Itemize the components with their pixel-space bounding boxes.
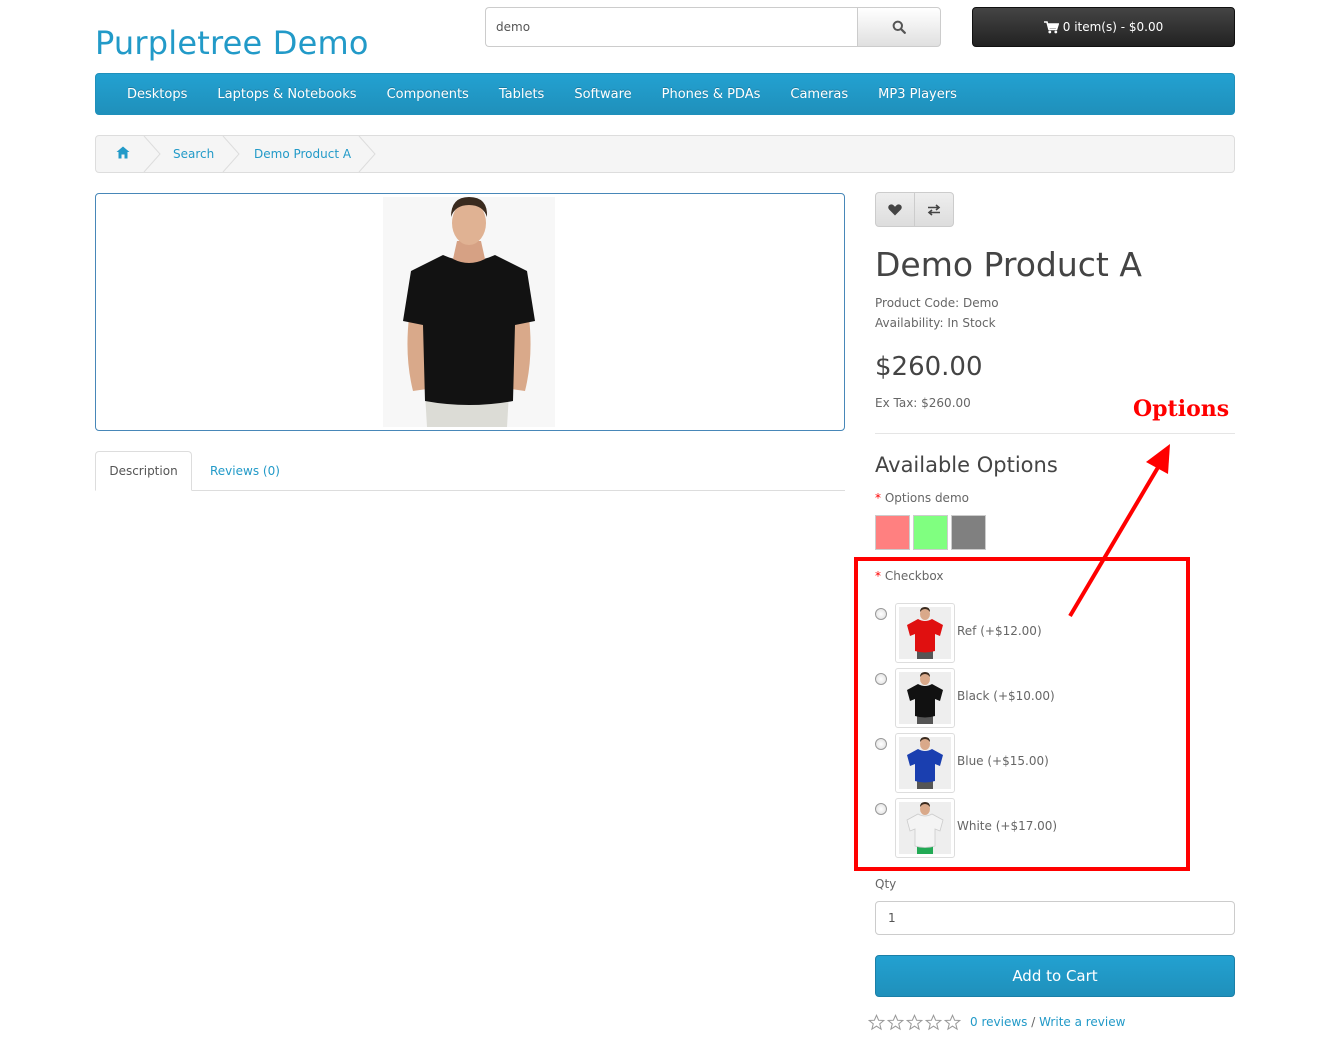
reviews-count-link[interactable]: 0 reviews bbox=[970, 1015, 1027, 1029]
compare-button[interactable] bbox=[914, 192, 954, 227]
breadcrumb-home[interactable] bbox=[116, 136, 130, 172]
menu-item-mp3-players[interactable]: MP3 Players bbox=[863, 87, 972, 102]
breadcrumb-search[interactable]: Search bbox=[173, 136, 214, 172]
breadcrumb-separator bbox=[222, 136, 240, 172]
menu-item-tablets[interactable]: Tablets bbox=[484, 87, 560, 102]
review-links-separator: / bbox=[1031, 1015, 1036, 1029]
review-links: 0 reviews / Write a review bbox=[970, 1015, 1125, 1029]
breadcrumb-product[interactable]: Demo Product A bbox=[254, 136, 351, 172]
add-to-cart-button[interactable]: Add to Cart bbox=[875, 955, 1235, 997]
site-logo[interactable]: Purpletree Demo bbox=[95, 24, 369, 62]
star-empty-icon bbox=[925, 1014, 942, 1031]
star-empty-icon bbox=[906, 1014, 923, 1031]
breadcrumb: Search Demo Product A bbox=[95, 135, 1235, 173]
options-demo-label: * Options demo bbox=[875, 491, 969, 505]
color-swatch-red[interactable] bbox=[875, 515, 910, 550]
annotation-callout-label: Options bbox=[1133, 396, 1230, 422]
heart-icon bbox=[888, 203, 902, 215]
cart-button[interactable]: 0 item(s) - $0.00 bbox=[972, 7, 1235, 47]
available-options-heading: Available Options bbox=[875, 453, 1058, 477]
add-to-wishlist-button[interactable] bbox=[875, 192, 915, 227]
star-empty-icon bbox=[868, 1014, 885, 1031]
breadcrumb-separator bbox=[143, 136, 161, 172]
breadcrumb-separator bbox=[358, 136, 376, 172]
product-price: $260.00 bbox=[875, 352, 983, 382]
write-review-link[interactable]: Write a review bbox=[1039, 1015, 1125, 1029]
required-marker: * bbox=[875, 491, 881, 505]
annotation-arrow bbox=[1068, 444, 1170, 618]
search-input[interactable]: demo bbox=[485, 7, 857, 47]
menu-item-components[interactable]: Components bbox=[372, 87, 484, 102]
color-swatch-green[interactable] bbox=[913, 515, 948, 550]
main-menu: Desktops Laptops & Notebooks Components … bbox=[95, 73, 1235, 115]
product-main-image[interactable] bbox=[95, 193, 845, 431]
menu-item-software[interactable]: Software bbox=[559, 87, 646, 102]
shopping-cart-icon bbox=[1043, 20, 1059, 33]
product-availability: Availability: In Stock bbox=[875, 316, 996, 330]
options-demo-label-text: Options demo bbox=[884, 491, 969, 505]
section-divider bbox=[875, 433, 1235, 434]
menu-item-laptops-notebooks[interactable]: Laptops & Notebooks bbox=[202, 87, 371, 102]
star-empty-icon bbox=[944, 1014, 961, 1031]
menu-item-desktops[interactable]: Desktops bbox=[112, 87, 202, 102]
color-swatch-gray[interactable] bbox=[951, 515, 986, 550]
menu-item-phones-pdas[interactable]: Phones & PDAs bbox=[647, 87, 776, 102]
search-button[interactable] bbox=[857, 7, 941, 47]
rating-stars bbox=[868, 1014, 961, 1031]
qty-input[interactable]: 1 bbox=[875, 901, 1235, 935]
exchange-icon bbox=[927, 203, 941, 216]
qty-label: Qty bbox=[875, 877, 897, 891]
tab-description[interactable]: Description bbox=[95, 451, 192, 491]
product-ex-tax: Ex Tax: $260.00 bbox=[875, 396, 971, 410]
home-icon bbox=[116, 146, 130, 159]
product-code: Product Code: Demo bbox=[875, 296, 999, 310]
cart-summary: 0 item(s) - $0.00 bbox=[1062, 20, 1164, 34]
search-icon bbox=[892, 20, 906, 34]
tab-reviews[interactable]: Reviews (0) bbox=[196, 451, 294, 491]
product-title: Demo Product A bbox=[875, 245, 1142, 284]
product-photo-model-tshirt bbox=[383, 197, 555, 427]
star-empty-icon bbox=[887, 1014, 904, 1031]
menu-item-cameras[interactable]: Cameras bbox=[775, 87, 863, 102]
